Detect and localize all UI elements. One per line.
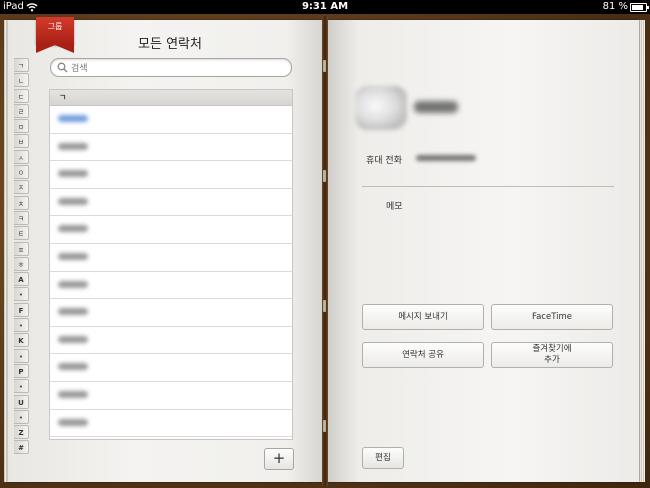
page-title: 모든 연락처 bbox=[138, 37, 202, 52]
spine-stitch bbox=[323, 170, 326, 182]
list-item[interactable] bbox=[50, 216, 292, 244]
blurred-contact-name bbox=[414, 101, 458, 113]
blurred-contact-name bbox=[58, 308, 88, 316]
index-letter[interactable]: • bbox=[14, 287, 29, 302]
blurred-contact-name bbox=[58, 142, 88, 150]
send-message-label: 메시지 보내기 bbox=[398, 311, 448, 322]
section-header: ㄱ bbox=[50, 90, 292, 106]
list-item[interactable] bbox=[50, 354, 292, 382]
index-letter[interactable]: A bbox=[14, 272, 29, 287]
spine-stitch bbox=[323, 420, 326, 432]
share-contact-button[interactable]: 연락처 공유 bbox=[362, 342, 484, 368]
index-letter[interactable]: ㄹ bbox=[14, 103, 29, 118]
list-item[interactable] bbox=[50, 161, 292, 189]
page-edges-right bbox=[639, 20, 645, 482]
index-letter[interactable]: • bbox=[14, 348, 29, 363]
index-letter[interactable]: ㅈ bbox=[14, 180, 29, 195]
contact-list[interactable]: ㄱ bbox=[49, 89, 293, 440]
blurred-contact-name bbox=[58, 225, 88, 233]
index-letter[interactable]: K bbox=[14, 333, 29, 348]
index-letter[interactable]: ㄴ bbox=[14, 73, 29, 88]
index-letter[interactable]: ㅂ bbox=[14, 134, 29, 149]
list-item[interactable] bbox=[50, 244, 292, 272]
list-item[interactable] bbox=[50, 106, 292, 134]
add-to-favorites-label-line2: 추가 bbox=[544, 355, 560, 365]
index-letter[interactable]: ㄱ bbox=[14, 58, 29, 72]
add-contact-button[interactable]: + bbox=[264, 448, 294, 470]
index-letter[interactable]: ㅌ bbox=[14, 226, 29, 241]
index-letter[interactable]: ㅍ bbox=[14, 241, 29, 256]
blurred-contact-name bbox=[58, 197, 88, 205]
blurred-phone-number[interactable] bbox=[416, 155, 476, 161]
blurred-contact-name bbox=[58, 280, 88, 288]
blurred-contact-name bbox=[58, 170, 88, 178]
search-icon bbox=[57, 62, 68, 73]
facetime-label: FaceTime bbox=[531, 311, 573, 322]
status-bar: iPad 9:31 AM 81 % bbox=[0, 0, 650, 14]
blurred-contact-name bbox=[58, 363, 88, 371]
list-item[interactable] bbox=[50, 410, 292, 438]
list-item[interactable] bbox=[50, 327, 292, 355]
edit-button[interactable]: 편집 bbox=[362, 447, 404, 469]
index-letter[interactable]: • bbox=[14, 379, 29, 394]
spine-stitch bbox=[323, 60, 326, 72]
index-letter[interactable]: ㄷ bbox=[14, 88, 29, 103]
blurred-contact-name bbox=[58, 115, 88, 122]
book-spine bbox=[322, 16, 328, 486]
divider bbox=[362, 186, 614, 187]
share-contact-label: 연락처 공유 bbox=[402, 349, 444, 360]
index-letter[interactable]: • bbox=[14, 318, 29, 333]
index-letter[interactable]: • bbox=[14, 409, 29, 424]
send-message-button[interactable]: 메시지 보내기 bbox=[362, 304, 484, 330]
index-letter[interactable]: P bbox=[14, 363, 29, 378]
avatar[interactable] bbox=[355, 86, 407, 130]
add-to-favorites-label-line1: 즐겨찾기에 bbox=[532, 344, 572, 354]
clock: 9:31 AM bbox=[301, 1, 349, 12]
index-letter[interactable]: Z bbox=[14, 425, 29, 440]
index-letter[interactable]: ㅋ bbox=[14, 210, 29, 225]
add-to-favorites-button[interactable]: 즐겨찾기에 추가 bbox=[491, 342, 613, 368]
index-letter[interactable]: ㅎ bbox=[14, 256, 29, 271]
index-letter[interactable]: ㅅ bbox=[14, 149, 29, 164]
list-item[interactable] bbox=[50, 299, 292, 327]
list-item[interactable] bbox=[50, 134, 292, 162]
memo-label: 메모 bbox=[386, 202, 403, 212]
index-letter[interactable]: ㅊ bbox=[14, 195, 29, 210]
spine-stitch bbox=[323, 300, 326, 312]
groups-button[interactable]: 그룹 bbox=[36, 17, 74, 53]
search-input[interactable] bbox=[69, 59, 288, 78]
blurred-contact-name bbox=[58, 390, 88, 398]
battery-icon bbox=[630, 3, 649, 12]
blurred-contact-name bbox=[58, 252, 88, 260]
alphabet-index[interactable]: ㄱㄴㄷㄹㅁㅂㅅㅇㅈㅊㅋㅌㅍㅎ A • F • K • P • U • Z # bbox=[14, 58, 29, 456]
list-item[interactable] bbox=[50, 189, 292, 217]
list-item[interactable] bbox=[50, 272, 292, 300]
index-letter[interactable]: F bbox=[14, 302, 29, 317]
search-field[interactable] bbox=[50, 58, 292, 78]
list-item[interactable] bbox=[50, 382, 292, 410]
index-letter[interactable]: ㅁ bbox=[14, 119, 29, 134]
index-letter[interactable]: U bbox=[14, 394, 29, 409]
index-letter[interactable]: # bbox=[14, 440, 29, 455]
index-letter[interactable]: ㅇ bbox=[14, 165, 29, 180]
phone-label: 휴대 전화 bbox=[366, 156, 402, 166]
facetime-button[interactable]: FaceTime bbox=[491, 304, 613, 330]
battery-percent: 81 % bbox=[602, 1, 628, 12]
blurred-contact-name bbox=[58, 335, 88, 343]
blurred-contact-name bbox=[58, 418, 88, 426]
